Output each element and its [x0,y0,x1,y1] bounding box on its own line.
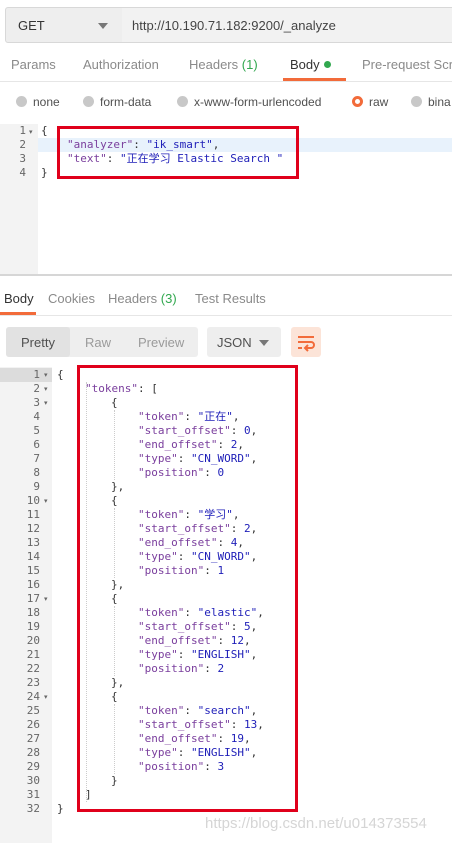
radio-icon [16,96,27,107]
tab-body-label: Body [290,57,320,72]
line-number: 7 [33,452,40,465]
line-number: 2 [19,138,26,151]
radio-raw-label: raw [369,95,389,109]
line-number: 6 [33,438,40,451]
radio-binary[interactable]: bina [411,95,451,109]
line-number: 26 [26,718,40,731]
line-number: 11 [26,508,40,521]
watermark: https://blog.csdn.net/u014373554 [205,815,427,832]
wrap-lines-button[interactable] [291,327,321,357]
line-number: 4 [33,410,40,423]
code-line: } [41,166,48,179]
line-number: 2 [33,382,40,395]
line-number: 32 [26,802,40,815]
line-number: 12 [26,522,40,535]
fold-arrow-icon[interactable]: ▾ [29,128,33,136]
code-line: { [41,124,48,137]
line-number: 30 [26,774,40,787]
line-number: 23 [26,676,40,689]
wrap-lines-icon [298,336,315,352]
radio-selected-icon [352,96,363,107]
response-tab-test-results[interactable]: Test Results [195,291,266,306]
highlight-box [77,365,298,812]
line-numbers: 1 ▾ 2 ▾ 3 ▾ 4 5 6 7 8 9 10 ▾ 11 12 13 14 15 16 17 ▾ 18 19 20 21 22… [0,368,52,816]
url-text: http://10.190.71.182:9200/_analyze [132,18,336,33]
line-number: 3 [19,152,26,165]
response-tab-headers-label: Headers [108,291,158,306]
raw-button[interactable]: Raw [85,335,111,350]
response-tab-cookies[interactable]: Cookies [48,291,95,306]
line-number: 5 [33,424,40,437]
method-select[interactable]: GET [5,7,123,43]
chevron-down-icon [98,23,108,29]
response-tab-headers[interactable]: Headers (3) [108,291,177,306]
radio-form-data-label: form-data [100,95,152,109]
radio-urlencoded-label: x-www-form-urlencoded [194,95,322,109]
radio-icon [177,96,188,107]
tab-body[interactable]: Body [290,57,331,72]
radio-raw[interactable]: raw [352,95,388,109]
line-number: 27 [26,732,40,745]
fold-arrow-icon[interactable]: ▾ [44,693,48,701]
line-number: 4 [19,166,26,179]
line-number: 21 [26,648,40,661]
divider [0,81,452,82]
line-number: 16 [26,578,40,591]
highlight-box [57,126,299,179]
radio-form-data[interactable]: form-data [83,95,151,109]
line-number: 24 [26,690,40,703]
line-number: 17 [26,592,40,605]
line-number: 18 [26,606,40,619]
divider [0,315,452,316]
line-number: 13 [26,536,40,549]
line-number: 22 [26,662,40,675]
line-number: 28 [26,746,40,759]
radio-icon [411,96,422,107]
fold-arrow-icon[interactable]: ▾ [44,497,48,505]
preview-button[interactable]: Preview [138,335,184,350]
line-number: 20 [26,634,40,647]
tab-params[interactable]: Params [11,57,56,72]
line-number: 14 [26,550,40,563]
fold-arrow-icon[interactable]: ▾ [44,385,48,393]
chevron-down-icon [259,340,269,346]
pane-splitter[interactable] [0,274,452,276]
url-input[interactable]: http://10.190.71.182:9200/_analyze [122,7,452,43]
line-number: 1 [33,368,40,381]
format-select-label: JSON [217,335,252,350]
line-number: 31 [26,788,40,801]
radio-icon [83,96,94,107]
radio-none[interactable]: none [16,95,60,109]
fold-arrow-icon[interactable]: ▾ [44,595,48,603]
radio-none-label: none [33,95,60,109]
line-number: 8 [33,466,40,479]
radio-binary-label: bina [428,95,451,109]
format-button-group: Pretty Raw Preview [6,327,198,357]
tab-pre-request-script[interactable]: Pre-request Scrip [362,57,452,72]
line-number: 1 [19,124,26,137]
pretty-button[interactable]: Pretty [21,335,55,350]
response-tab-body[interactable]: Body [4,291,34,306]
line-number: 9 [33,480,40,493]
line-number: 25 [26,704,40,717]
radio-x-www-form-urlencoded[interactable]: x-www-form-urlencoded [177,95,321,109]
line-number: 19 [26,620,40,633]
body-indicator-dot [323,61,331,68]
tab-headers-count: (1) [241,57,258,72]
tab-headers-label: Headers [189,57,239,72]
response-tab-headers-count: (3) [160,291,177,306]
line-number: 29 [26,760,40,773]
fold-arrow-icon[interactable]: ▾ [44,399,48,407]
line-number: 15 [26,564,40,577]
line-number: 10 [26,494,40,507]
fold-arrow-icon[interactable]: ▾ [44,371,48,379]
tab-headers[interactable]: Headers (1) [189,57,258,72]
method-label: GET [18,18,45,33]
line-number: 3 [33,396,40,409]
format-select[interactable]: JSON [207,327,281,357]
tab-authorization[interactable]: Authorization [83,57,159,72]
